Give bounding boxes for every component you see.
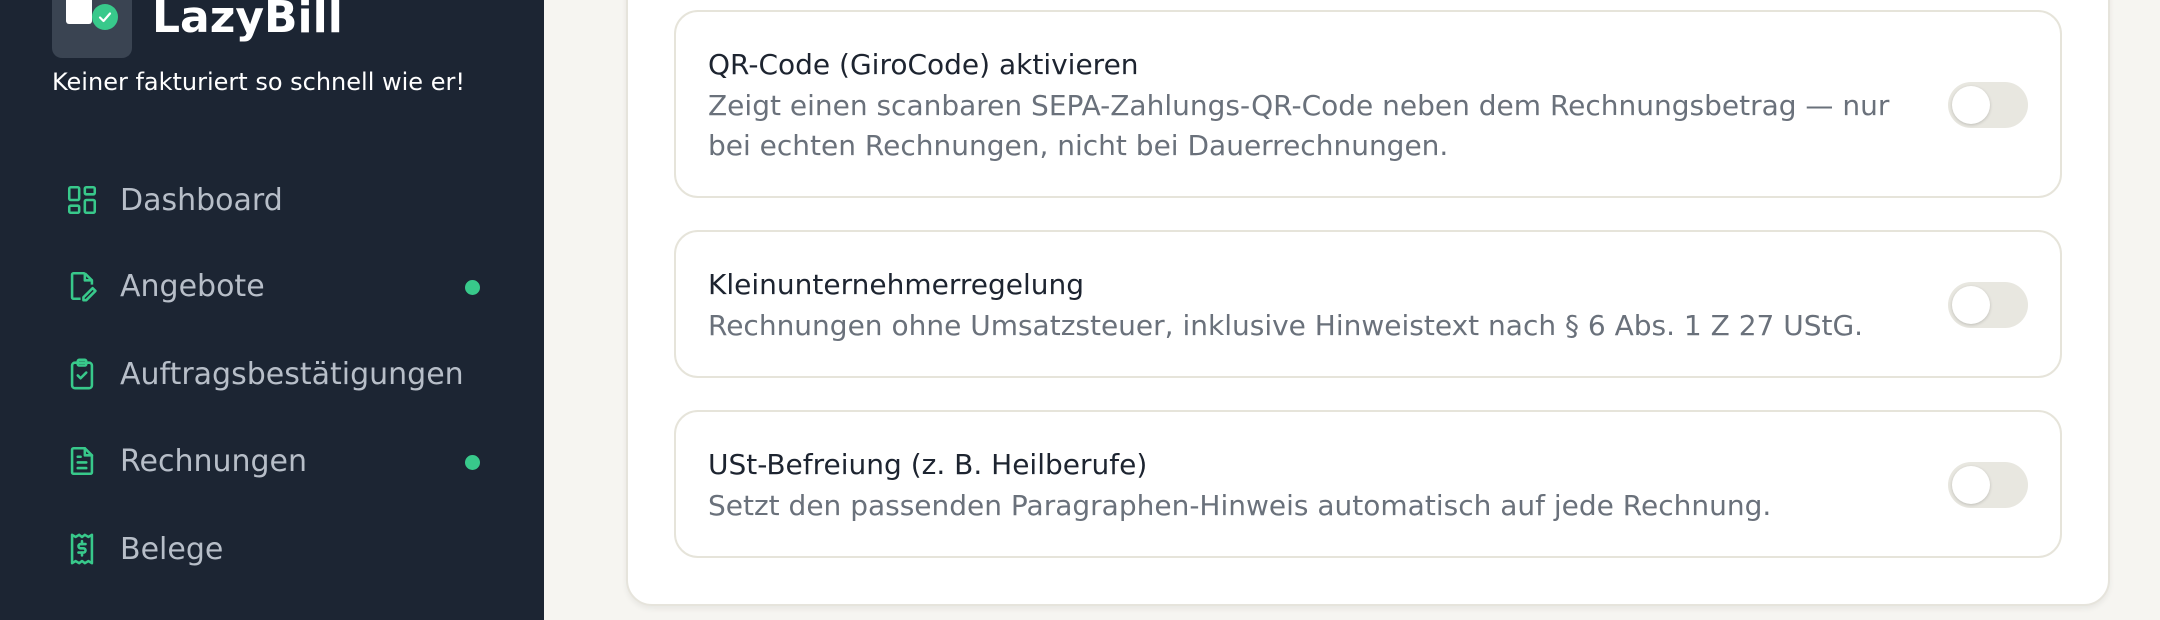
ust-befreiung-toggle[interactable]	[1948, 462, 2028, 508]
notification-dot	[465, 280, 480, 295]
setting-title: QR-Code (GiroCode) aktivieren	[708, 48, 1139, 81]
toggle-knob	[1952, 286, 1990, 324]
brand-title: LazyBill	[152, 0, 343, 43]
setting-title: Kleinunternehmerregelung	[708, 268, 1085, 301]
document-edit-icon	[62, 266, 102, 306]
setting-ust-befreiung: USt-Befreiung (z. B. Heilberufe) Setzt d…	[674, 410, 2062, 558]
document-icon	[66, 0, 92, 24]
sidebar-item-auftragsbestaetigungen[interactable]: Auftragsbestätigungen	[40, 342, 504, 406]
setting-kleinunternehmer: Kleinunternehmerregelung Rechnungen ohne…	[674, 230, 2062, 378]
brand-tagline: Keiner fakturiert so schnell wie er!	[52, 68, 465, 96]
clipboard-check-icon	[62, 354, 102, 394]
sidebar-item-label: Rechnungen	[120, 443, 308, 479]
toggle-knob	[1952, 466, 1990, 504]
toggle-knob	[1952, 86, 1990, 124]
kleinunternehmer-toggle[interactable]	[1948, 282, 2028, 328]
sidebar-item-label: Belege	[120, 531, 224, 567]
receipt-icon	[62, 529, 102, 569]
setting-qr-code: QR-Code (GiroCode) aktivieren Zeigt eine…	[674, 10, 2062, 198]
check-badge-icon	[92, 4, 118, 30]
sidebar-item-belege[interactable]: Belege	[40, 517, 504, 581]
notification-dot	[465, 455, 480, 470]
dashboard-icon	[62, 180, 102, 220]
sidebar: LazyBill Keiner fakturiert so schnell wi…	[0, 0, 544, 620]
setting-description: Rechnungen ohne Umsatzsteuer, inklusive …	[708, 309, 1864, 342]
sidebar-item-label: Dashboard	[120, 182, 283, 218]
sidebar-item-label: Auftragsbestätigungen	[120, 356, 464, 392]
setting-title: USt-Befreiung (z. B. Heilberufe)	[708, 448, 1148, 481]
sidebar-item-rechnungen[interactable]: Rechnungen	[40, 429, 504, 493]
setting-description: Zeigt einen scanbaren SEPA-Zahlungs-QR-C…	[708, 89, 1890, 162]
sidebar-item-dashboard[interactable]: Dashboard	[40, 168, 504, 232]
app-logo[interactable]	[52, 0, 132, 58]
sidebar-item-angebote[interactable]: Angebote	[40, 254, 504, 318]
document-text-icon	[62, 441, 102, 481]
qr-code-toggle[interactable]	[1948, 82, 2028, 128]
sidebar-item-label: Angebote	[120, 268, 265, 304]
setting-description: Setzt den passenden Paragraphen-Hinweis …	[708, 489, 1772, 522]
